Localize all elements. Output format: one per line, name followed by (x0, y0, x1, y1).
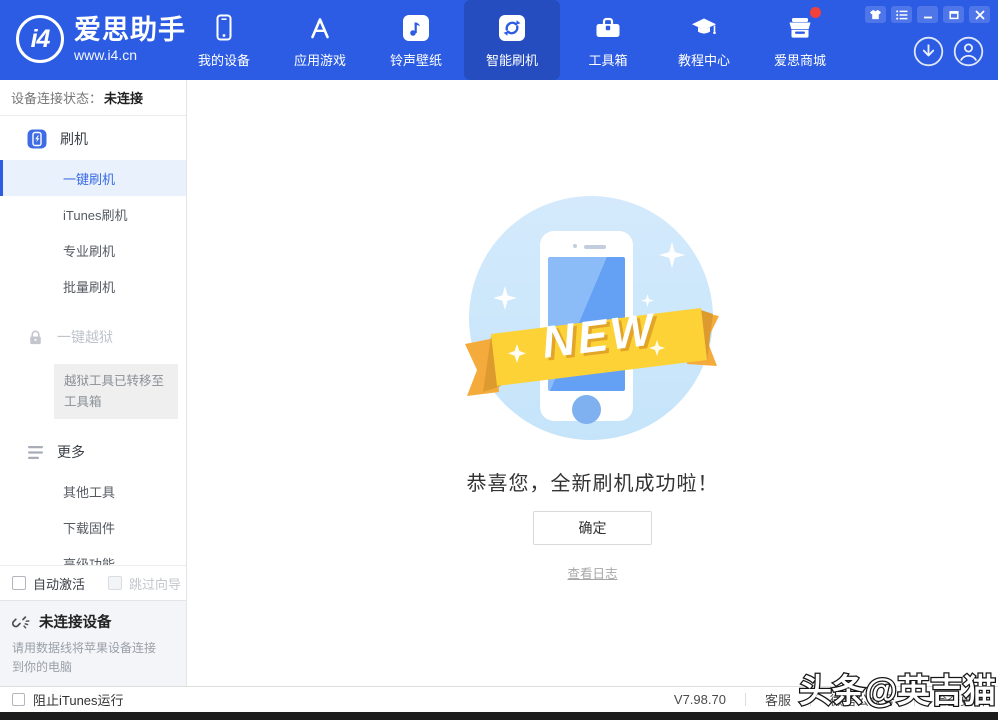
nav-label: 应用游戏 (294, 50, 346, 69)
nav-label: 工具箱 (588, 50, 627, 69)
minimize-button[interactable] (917, 6, 938, 23)
group-label: 一键越狱 (57, 327, 113, 347)
nav-toolbox[interactable]: 工具箱 (560, 0, 656, 80)
disconnected-panel: 未连接设备 请用数据线将苹果设备连接到你的电脑 (0, 600, 186, 686)
logo-i4-badge: i4 (16, 15, 64, 63)
store-icon (785, 11, 815, 45)
screenshot-bottom-edge (0, 712, 998, 720)
group-label: 刷机 (60, 129, 88, 149)
success-illustration: NEW (461, 194, 725, 444)
account-button[interactable] (953, 36, 984, 67)
more-icon (27, 445, 44, 460)
store-notification-dot (810, 7, 821, 18)
block-itunes-checkbox[interactable] (12, 693, 25, 706)
header-bar: i4 爱思助手 www.i4.cn 我的设备 应用游戏 (0, 0, 998, 80)
jailbreak-moved-note: 越狱工具已转移至工具箱 (54, 364, 178, 419)
nav-smart-flash[interactable]: 智能刷机 (464, 0, 560, 80)
sidebar-menu: 刷机 一键刷机 iTunes刷机 专业刷机 批量刷机 一键越狱 越狱工具已转移至… (0, 116, 186, 565)
skip-wizard-checkbox (108, 576, 122, 590)
lock-icon (27, 329, 44, 346)
divider (810, 693, 811, 706)
music-icon (401, 11, 431, 45)
item-label: 专业刷机 (63, 241, 115, 260)
top-nav: 我的设备 应用游戏 铃声壁纸 智能刷机 (176, 0, 848, 80)
nav-tutorial-center[interactable]: 教程中心 (656, 0, 752, 80)
close-button[interactable] (969, 6, 990, 23)
divider (914, 693, 915, 706)
view-log-link[interactable]: 查看日志 (567, 563, 617, 582)
sidebar-group-more[interactable]: 更多 (0, 431, 186, 473)
item-label: iTunes刷机 (63, 205, 128, 224)
sidebar-options-row: 自动激活 跳过向导 (0, 565, 186, 600)
refresh-icon (497, 11, 527, 45)
item-label: 一键刷机 (63, 169, 115, 188)
group-label: 更多 (57, 442, 85, 462)
nav-label: 我的设备 (198, 50, 250, 69)
sidebar-item-batch-flash[interactable]: 批量刷机 (0, 268, 186, 304)
customer-service-link[interactable]: 客服 (765, 690, 791, 709)
maximize-button[interactable] (943, 6, 964, 23)
sidebar-item-one-key-flash[interactable]: 一键刷机 (0, 160, 186, 196)
nav-label: 爱思商城 (774, 50, 826, 69)
sidebar-item-download-firmware[interactable]: 下载固件 (0, 509, 186, 545)
divider (745, 693, 746, 706)
status-bar: 阻止iTunes运行 V7.98.70 客服 微信公众号 检查更新 (0, 686, 998, 712)
status-label: 设备连接状态： (11, 88, 102, 107)
app-window: i4 爱思助手 www.i4.cn 我的设备 应用游戏 (0, 0, 998, 720)
sidebar-group-jailbreak: 一键越狱 (0, 316, 186, 358)
disconnected-title: 未连接设备 (39, 611, 112, 632)
sidebar-item-itunes-flash[interactable]: iTunes刷机 (0, 196, 186, 232)
wechat-official-link[interactable]: 微信公众号 (830, 690, 895, 709)
version-text: V7.98.70 (674, 692, 726, 707)
nav-ringtones-wallpapers[interactable]: 铃声壁纸 (368, 0, 464, 80)
item-label: 其他工具 (63, 482, 115, 501)
disconnected-description: 请用数据线将苹果设备连接到你的电脑 (12, 639, 164, 677)
device-connection-status: 设备连接状态： 未连接 (0, 80, 186, 116)
download-manager-button[interactable] (913, 36, 944, 67)
item-label: 高级功能 (63, 554, 115, 565)
nav-label: 智能刷机 (486, 50, 538, 69)
main-content: NEW 恭喜您，全新刷机成功啦！ 确定 查看日志 (187, 80, 998, 686)
flash-phone-icon (27, 129, 47, 149)
appstore-icon (305, 11, 335, 45)
item-label: 下载固件 (63, 518, 115, 537)
check-update-link[interactable]: 检查更新 (934, 690, 986, 709)
nav-label: 教程中心 (678, 50, 730, 69)
logo-badge-text: i4 (31, 25, 50, 54)
item-label: 批量刷机 (63, 277, 115, 296)
menu-icon[interactable] (891, 6, 912, 23)
success-message: 恭喜您，全新刷机成功啦！ (467, 467, 719, 496)
status-value: 未连接 (104, 88, 143, 107)
skin-theme-button[interactable] (865, 6, 886, 23)
nav-apps-games[interactable]: 应用游戏 (272, 0, 368, 80)
confirm-button[interactable]: 确定 (533, 511, 652, 545)
sidebar-item-pro-flash[interactable]: 专业刷机 (0, 232, 186, 268)
sidebar-item-advanced-features[interactable]: 高级功能 (0, 545, 186, 565)
nav-aisi-store[interactable]: 爱思商城 (752, 0, 848, 80)
tutorial-icon (689, 11, 719, 45)
app-site-url: www.i4.cn (74, 48, 186, 62)
auto-activate-label: 自动激活 (33, 574, 85, 593)
skip-wizard-label: 跳过向导 (129, 574, 181, 593)
sidebar-group-flash[interactable]: 刷机 (0, 118, 186, 160)
broken-link-icon (12, 612, 31, 631)
app-logo: i4 爱思助手 www.i4.cn (16, 15, 186, 63)
nav-my-device[interactable]: 我的设备 (176, 0, 272, 80)
block-itunes-label: 阻止iTunes运行 (33, 690, 124, 709)
app-title: 爱思助手 (74, 17, 186, 44)
phone-icon (209, 11, 239, 45)
auto-activate-checkbox[interactable] (12, 576, 26, 590)
sidebar: 设备连接状态： 未连接 刷机 一键刷机 iTunes刷机 专业刷机 批量刷机 一… (0, 80, 187, 686)
sidebar-item-other-tools[interactable]: 其他工具 (0, 473, 186, 509)
toolbox-icon (593, 11, 623, 45)
nav-label: 铃声壁纸 (390, 50, 442, 69)
window-controls (865, 6, 990, 23)
